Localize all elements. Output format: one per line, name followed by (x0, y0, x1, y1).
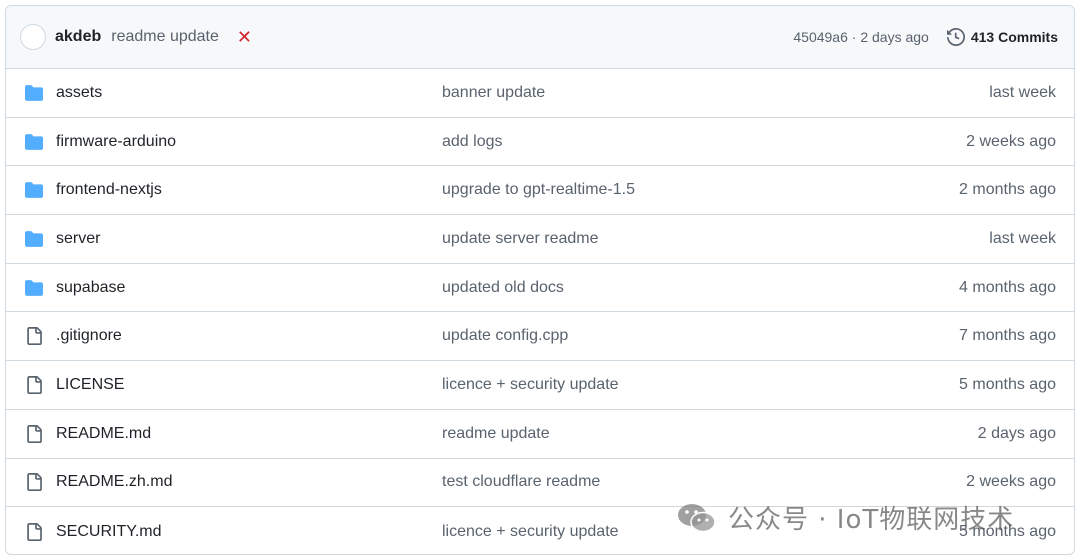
table-row[interactable]: README.zh.md test cloudflare readme 2 week… (6, 459, 1074, 508)
commits-count: 413 Commits (970, 29, 1058, 45)
commit-message-link[interactable]: banner update (442, 84, 876, 102)
commit-time: 4 months ago (959, 278, 1056, 296)
table-row[interactable]: assets banner update last week (6, 69, 1074, 118)
commit-message-link[interactable]: readme update (111, 28, 219, 46)
commit-message-link[interactable]: test cloudflare readme (442, 473, 876, 491)
file-name-link[interactable]: LICENSE (56, 376, 442, 394)
file-name-link[interactable]: server (56, 230, 442, 248)
folder-icon (24, 229, 44, 249)
table-row[interactable]: .gitignore update config.cpp 7 months ago (6, 312, 1074, 362)
table-row[interactable]: SECURITY.md licence + security update 5 mo… (6, 507, 1074, 554)
file-name-link[interactable]: .gitignore (56, 327, 442, 345)
separator: · (847, 29, 861, 45)
folder-icon (24, 83, 44, 103)
table-row[interactable]: supabase updated old docs 4 months ago (6, 264, 1074, 313)
file-list: assets banner update last week firmware-ard… (6, 69, 1074, 554)
latest-commit-bar: akdeb readme update ✕ 45049a6 · 2 days a… (6, 6, 1074, 69)
file-name-link[interactable]: supabase (56, 279, 442, 297)
commit-time: 5 months ago (959, 375, 1056, 393)
commit-message-link[interactable]: update config.cpp (442, 327, 876, 345)
file-name-link[interactable]: SECURITY.md (56, 523, 442, 541)
commit-time: 2 weeks ago (966, 473, 1056, 491)
file-icon (24, 424, 44, 444)
file-name-link[interactable]: assets (56, 84, 442, 102)
commit-message-link[interactable]: readme update (442, 425, 876, 443)
commits-history-link[interactable]: 413 Commits (946, 28, 1058, 46)
commit-sha-link[interactable]: 45049a6 (793, 29, 848, 45)
folder-icon (24, 278, 44, 298)
folder-icon (24, 132, 44, 152)
commit-sha-time: 45049a6 · 2 days ago (793, 29, 928, 45)
folder-icon (24, 180, 44, 200)
table-row[interactable]: README.md readme update 2 days ago (6, 410, 1074, 459)
file-name-link[interactable]: README.md (56, 425, 442, 443)
commit-author-link[interactable]: akdeb (55, 28, 101, 46)
commit-time: 7 months ago (959, 327, 1056, 345)
file-name-link[interactable]: README.zh.md (56, 473, 442, 491)
commit-time: 5 months ago (959, 522, 1056, 540)
table-row[interactable]: LICENSE licence + security update 5 months… (6, 361, 1074, 410)
file-icon (24, 472, 44, 492)
file-name-link[interactable]: frontend-nextjs (56, 181, 442, 199)
table-row[interactable]: firmware-arduino add logs 2 weeks ago (6, 118, 1074, 167)
table-row[interactable]: frontend-nextjs upgrade to gpt-realtime-1… (6, 166, 1074, 216)
file-icon (24, 375, 44, 395)
avatar[interactable] (20, 24, 46, 50)
failed-status-icon[interactable]: ✕ (237, 28, 252, 46)
commit-message-link[interactable]: upgrade to gpt-realtime-1.5 (442, 181, 876, 199)
commit-time: 2 days ago (860, 29, 929, 45)
commit-time: 2 months ago (959, 181, 1056, 199)
commit-message-link[interactable]: licence + security update (442, 523, 876, 541)
commit-time: last week (989, 83, 1056, 101)
repo-file-browser: akdeb readme update ✕ 45049a6 · 2 days a… (5, 5, 1075, 555)
commit-message-link[interactable]: add logs (442, 133, 876, 151)
history-icon (946, 28, 965, 46)
commit-time: last week (989, 229, 1056, 247)
commit-message-link[interactable]: updated old docs (442, 279, 876, 297)
file-icon (24, 522, 44, 542)
commit-message-link[interactable]: licence + security update (442, 376, 876, 394)
commit-message-link[interactable]: update server readme (442, 230, 876, 248)
commit-time: 2 days ago (977, 424, 1056, 442)
file-icon (24, 326, 44, 346)
table-row[interactable]: server update server readme last week (6, 215, 1074, 264)
commit-time: 2 weeks ago (966, 132, 1056, 150)
file-name-link[interactable]: firmware-arduino (56, 133, 442, 151)
